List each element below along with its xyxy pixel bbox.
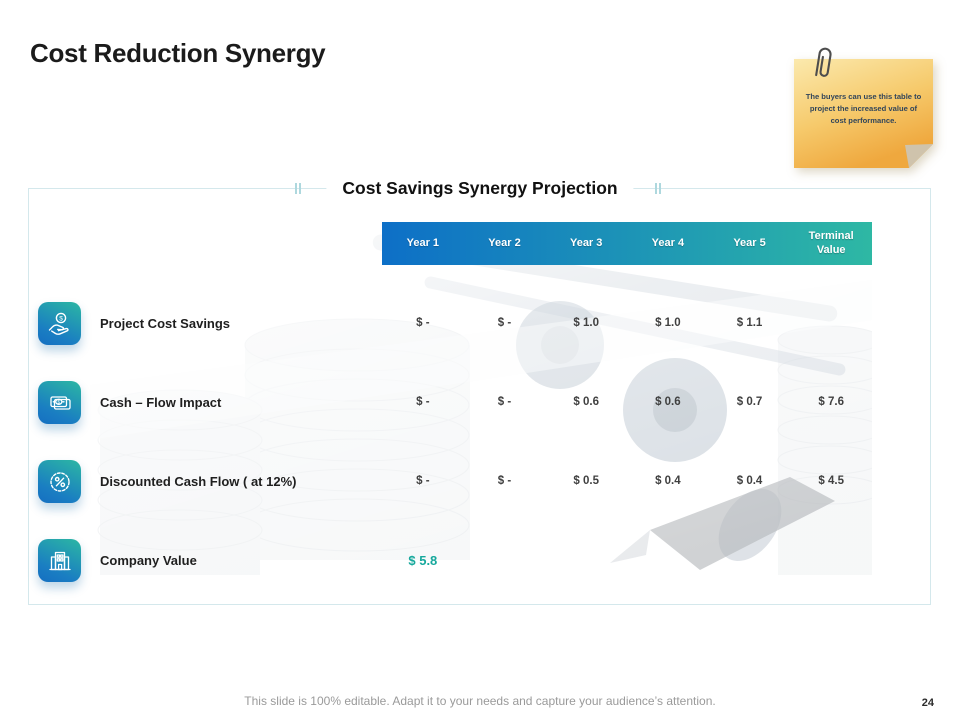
hand-coin-icon: $ bbox=[38, 302, 81, 345]
slide: Cost Reduction Synergy The buyers can us… bbox=[0, 0, 960, 720]
row-label: Company Value bbox=[100, 552, 197, 568]
table-cell bbox=[545, 553, 627, 568]
table-cell: $ 0.4 bbox=[655, 475, 681, 487]
table-cell: $ 0.6 bbox=[573, 396, 599, 408]
table-row: Company Value $ 5.8 bbox=[90, 539, 872, 581]
table-row: Cash – Flow Impact $ - $ - $ 0.6 $ 0.6 $… bbox=[90, 381, 872, 423]
table-cell: $ 0.4 bbox=[736, 475, 763, 487]
table-cell: $ 0.5 bbox=[573, 475, 599, 487]
frame-tick-left bbox=[295, 183, 297, 194]
row-values: $ - $ - $ 1.0 $ 1.0 $ 1.1 bbox=[382, 317, 872, 329]
column-header-year-5: Year 5 bbox=[733, 236, 766, 249]
frame-tick-right bbox=[655, 183, 657, 194]
table-cell: $ - bbox=[497, 317, 512, 329]
column-header-terminal-value: Terminal Value bbox=[808, 230, 854, 256]
building-icon bbox=[38, 539, 81, 582]
cash-icon: $ bbox=[38, 381, 81, 424]
column-header-year-1: Year 1 bbox=[406, 236, 440, 249]
table-cell: $ - bbox=[497, 475, 512, 487]
table-cell: $ 4.5 bbox=[818, 475, 844, 487]
percent-badge-icon bbox=[38, 460, 81, 503]
table-cell: $ - bbox=[416, 475, 430, 487]
table-cell-highlight: $ 5.8 bbox=[408, 552, 438, 568]
frame-tick-left bbox=[299, 183, 301, 194]
row-label: Project Cost Savings bbox=[100, 315, 231, 331]
row-values: $ - $ - $ 0.6 $ 0.6 $ 0.7 $ 7.6 bbox=[382, 396, 872, 408]
page-title: Cost Reduction Synergy bbox=[30, 38, 326, 68]
table-cell: $ 0.7 bbox=[736, 396, 763, 408]
frame-tick-right bbox=[659, 183, 661, 194]
table-header-row: Year 1 Year 2 Year 3 Year 4 Year 5 Termi… bbox=[382, 222, 872, 265]
table-cell bbox=[464, 553, 546, 568]
table-cell bbox=[627, 553, 709, 568]
table-cell: $ - bbox=[497, 396, 512, 408]
table-cell: $ 1.1 bbox=[736, 317, 763, 329]
column-header-year-3: Year 3 bbox=[569, 236, 603, 249]
table-cell bbox=[790, 317, 872, 329]
table-cell: $ 1.0 bbox=[655, 317, 681, 329]
table-cell: $ - bbox=[416, 396, 430, 408]
row-label: Discounted Cash Flow ( at 12%) bbox=[100, 473, 297, 489]
table-cell bbox=[790, 553, 872, 568]
column-header-year-4: Year 4 bbox=[651, 236, 685, 249]
svg-text:$: $ bbox=[57, 399, 60, 404]
row-values: $ - $ - $ 0.5 $ 0.4 $ 0.4 $ 4.5 bbox=[382, 475, 872, 487]
table-cell: $ 7.6 bbox=[818, 396, 844, 408]
page-number: 24 bbox=[921, 697, 934, 709]
row-values: $ 5.8 bbox=[382, 553, 872, 568]
svg-text:$: $ bbox=[59, 315, 63, 322]
table-cell: $ 1.0 bbox=[573, 317, 599, 329]
column-header-year-2: Year 2 bbox=[488, 236, 521, 249]
table-row: Project Cost Savings $ - $ - $ 1.0 $ 1.0… bbox=[90, 302, 872, 344]
table-cell: $ - bbox=[416, 317, 430, 329]
table-row: Discounted Cash Flow ( at 12%) $ - $ - $… bbox=[90, 460, 872, 502]
footer-note: This slide is 100% editable. Adapt it to… bbox=[244, 694, 716, 708]
sticky-note-text: The buyers can use this table to project… bbox=[805, 92, 922, 125]
table-title: Cost Savings Synergy Projection bbox=[326, 174, 634, 203]
table-cell bbox=[709, 553, 791, 568]
row-label: Cash – Flow Impact bbox=[100, 394, 222, 410]
table-cell: $ 0.6 bbox=[655, 396, 681, 408]
